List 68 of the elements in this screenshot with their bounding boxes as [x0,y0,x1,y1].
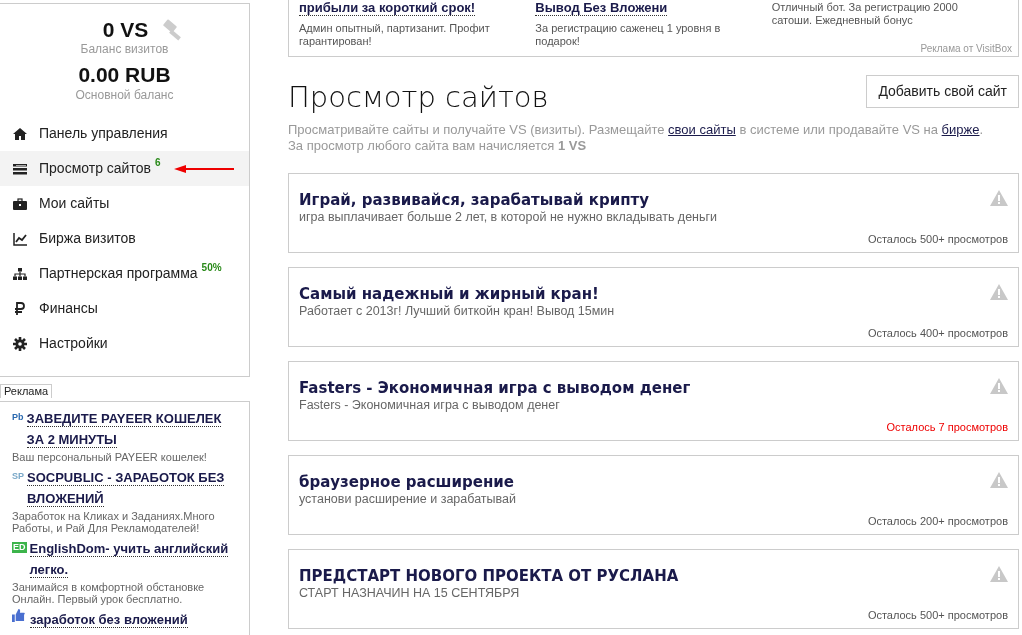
site-description: Fasters - Экономичная игра с выводом денег [299,398,561,413]
intro-text: За просмотр любого сайта вам начисляется 1 VS [288,138,588,154]
site-title: Играй, развивайся, зарабатывай крипту [299,190,650,210]
ad-description: Ваш персональный PAYEER кошелек! [12,451,208,463]
remaining-views: Осталось 500+ просмотров [867,231,1008,247]
ad-link[interactable]: Вывод Без Вложени [535,0,668,16]
sidebar-item[interactable]: Биржа визитов [0,221,249,256]
ad-link[interactable]: заработок без вложений [30,609,237,630]
count-label: 50% [201,261,222,275]
ad-logo: SP [12,471,24,482]
page-title: Просмотр сайтов [288,79,549,115]
chart-icon [13,231,27,246]
ad-link[interactable]: EnglishDom- учить английский легко. [29,538,237,580]
ruble-icon [13,301,27,316]
warning-icon[interactable] [990,472,1008,488]
site-title: ПРЕДСТАРТ НОВОГО ПРОЕКТА ОТ РУСЛАНА [299,566,680,586]
ad-credit: Реклама от VisitBox [920,43,1012,55]
count-label: 6 [154,156,161,170]
balance-label: Основной баланс [74,88,175,102]
remaining-views: Осталось 200+ просмотров [867,513,1008,529]
sitemap-icon [13,266,27,281]
warning-icon[interactable] [990,378,1008,394]
annotation-arrow [174,163,235,174]
add-site-button[interactable]: Добавить свой сайт [866,75,1019,108]
sidebar-item[interactable]: Настройки [0,326,249,361]
warning-icon[interactable] [990,566,1008,582]
list-icon [13,161,27,176]
sidebar-item[interactable]: Просмотр сайтов 6 [0,151,249,186]
site-card[interactable]: ПРЕДСТАРТ НОВОГО ПРОЕКТА ОТ РУСЛАНА СТАРТ НАЗНАЧИН НА 15 СЕНТЯБРЯ Осталось 500+ просмотров [288,549,1019,629]
warning-icon[interactable] [990,190,1008,206]
balance-label: Баланс визитов [79,42,170,56]
site-card[interactable]: Самый надежный и жирный кран! Работает с 2013г! Лучший биткойн кран! Вывод 15мин Осталось 400+ просмотров [288,267,1019,347]
ad-logo: Pb [12,412,24,423]
intro-text: Просматривайте сайты и получайте VS (визиты). Размещайте свои сайты в системе или продавайте VS на бирже. [288,122,985,138]
ad-link[interactable]: прибыли за короткий срок! [299,0,476,16]
briefcase-icon [13,196,27,211]
site-card[interactable]: Играй, развивайся, зарабатывай крипту игра выплачивает больше 2 лет, в которой не нужно вкладывать деньги Осталось 500+ просмотров [288,173,1019,253]
remaining-views: Осталось 7 просмотров [886,419,1008,435]
site-description: СТАРТ НАЗНАЧИН НА 15 СЕНТЯБРЯ [299,586,521,601]
ad-description: За регистрацию саженец 1 уровня в подарок! [535,21,722,48]
site-title: Fasters - Экономичная игра с выводом денег [299,378,692,398]
thumbs-up-icon [12,609,25,622]
sidebar-item[interactable]: Мои сайты [0,186,249,221]
site-card[interactable]: Fasters - Экономичная игра с выводом денег Fasters - Экономичная игра с выводом денег Осталось 7 просмотров [288,361,1019,441]
ad-description: Занимайся в комфортной обстановке Онлайн. Первый урок бесплатно. [12,581,206,605]
sidebar-item[interactable]: Панель управления [0,116,249,151]
sidebar-item[interactable]: Партнерская программа 50% [0,256,249,291]
visit-balance: 0 VS [102,18,149,42]
ad-logo: ED [12,542,27,553]
warning-icon[interactable] [990,284,1008,300]
site-description: установи расширение и зарабатывай [299,492,517,507]
remaining-views: Осталось 400+ просмотров [867,325,1008,341]
ad-link[interactable]: ЗАВЕДИТЕ PAYEER КОШЕЛЕК ЗА 2 МИНУТЫ [26,408,237,450]
sidebar-item[interactable]: Финансы [0,291,249,326]
site-card[interactable]: браузерное расширение установи расширение и зарабатывай Осталось 200+ просмотров [288,455,1019,535]
ad-link[interactable]: SOCPUBLIC - ЗАРАБОТОК БЕЗ ВЛОЖЕНИЙ [27,467,237,509]
text-link[interactable]: свои сайты [668,122,736,137]
site-title: браузерное расширение [299,472,515,492]
ad-description: Заработок на Кликах и Заданиях.Много Работы, и Рай Для Рекламодателей! [12,510,216,534]
site-description: игра выплачивает больше 2 лет, в которой не нужно вкладывать деньги [299,210,719,225]
home-icon [13,126,27,141]
site-description: Работает с 2013г! Лучший биткойн кран! Вывод 15мин [299,304,616,319]
site-title: Самый надежный и жирный кран! [299,284,600,304]
ad-description: Админ опытный, партизанит. Профит гарантирован! [299,21,491,48]
money-balance: 0.00 RUB [78,63,171,87]
ad-description: Отличный бот. За регистрацию 2000 сатоши. Ежедневный бонус [771,0,959,27]
remaining-views: Осталось 500+ просмотров [867,607,1008,623]
settings-icon [13,336,27,351]
